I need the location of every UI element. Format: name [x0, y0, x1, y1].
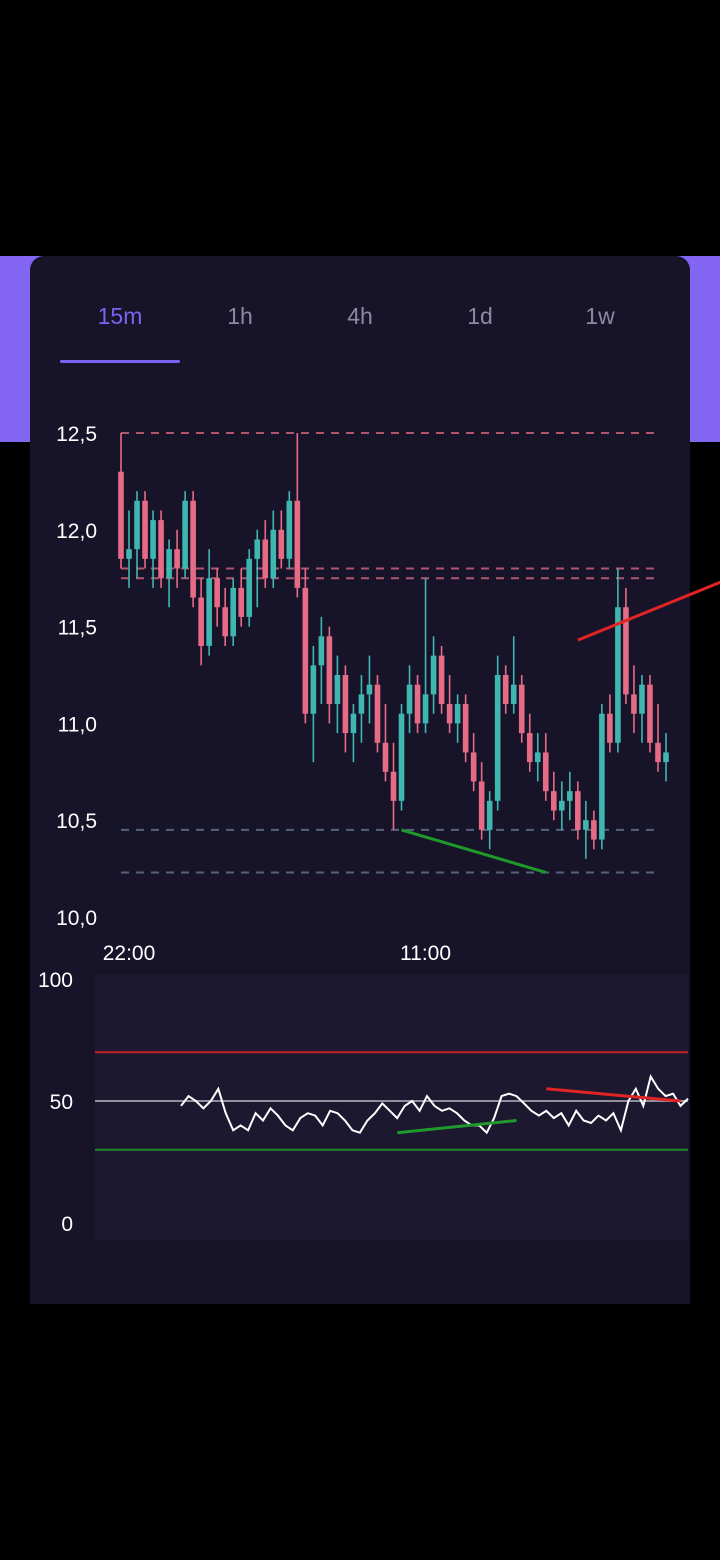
candle-body [591, 820, 597, 840]
candle-body [326, 636, 333, 705]
candle-body [414, 684, 421, 724]
candle-body [647, 684, 653, 743]
candle-body [526, 733, 533, 763]
candle-body [478, 781, 485, 830]
y-tick-label: 12,0 [56, 520, 97, 543]
candle-body [502, 675, 509, 705]
y-tick-label: 12,5 [56, 423, 97, 446]
candle-body [454, 704, 461, 724]
candle-body [222, 607, 228, 637]
candle-body [278, 529, 285, 559]
candle-body [166, 549, 172, 579]
divergence-line [401, 828, 547, 874]
candle-body [518, 684, 525, 734]
candle-body [390, 771, 397, 801]
candle-body [462, 704, 469, 753]
y-tick-label: 10,0 [56, 907, 97, 930]
candle-body [406, 684, 413, 714]
candle-body [542, 752, 549, 792]
candle-body [342, 675, 349, 734]
candle-body [510, 684, 517, 705]
candle-body [302, 587, 309, 714]
candle-body [182, 500, 188, 569]
candle-body [294, 500, 301, 588]
candle-body [382, 742, 389, 772]
candle-body [214, 578, 220, 608]
y-tick-label: 10,5 [56, 810, 97, 833]
candle-body [655, 742, 661, 763]
candle-body [286, 500, 293, 559]
candle-body [615, 607, 621, 743]
candle-body [470, 752, 477, 782]
divergence-line [577, 580, 720, 642]
candle-body [174, 549, 180, 569]
candle-body [398, 713, 405, 801]
candle-body [422, 694, 429, 724]
candle-body [374, 684, 381, 743]
candle-body [599, 713, 605, 840]
x-tick-label: 11:00 [400, 942, 451, 965]
candle-body [126, 549, 132, 559]
candle-body [366, 684, 373, 695]
candle-body [318, 636, 325, 666]
candle-body [134, 500, 140, 550]
candle-body [446, 704, 453, 724]
candle-body [438, 655, 445, 705]
candle-body [663, 752, 669, 763]
candle-body [198, 597, 204, 646]
candle-body [118, 471, 124, 559]
candle-body [350, 713, 357, 734]
candle-body [190, 500, 196, 598]
candle-body [607, 713, 613, 743]
candle-body [550, 791, 557, 811]
candle-body [575, 791, 581, 830]
candle-body [262, 539, 269, 579]
candle-body [534, 752, 541, 763]
candle-body [494, 675, 501, 801]
y-tick-label: 11,5 [58, 617, 97, 640]
candle-body [238, 587, 245, 617]
candle-body [567, 791, 573, 801]
x-tick-label: 22:00 [103, 942, 156, 965]
candle-body [246, 558, 253, 617]
candle-body [150, 520, 156, 559]
candle-body [583, 820, 589, 830]
candle-body [158, 520, 164, 579]
candle-body [430, 655, 437, 695]
candle-body [639, 684, 645, 714]
candle-body [310, 665, 317, 714]
candle-body [559, 800, 565, 811]
candle-body [631, 694, 637, 714]
price-chart[interactable]: 12,5 12,0 11,5 11,0 10,5 10,0 22:00 11:00 [0, 0, 720, 1000]
candle-body [254, 539, 261, 559]
candle-body [206, 578, 212, 646]
candle-body [486, 800, 493, 830]
candle-body [334, 675, 341, 705]
candle-body [142, 500, 148, 559]
y-tick-label: 11,0 [58, 713, 97, 736]
candle-body [358, 694, 365, 714]
candle-body [230, 587, 237, 637]
candle-body [270, 529, 277, 579]
